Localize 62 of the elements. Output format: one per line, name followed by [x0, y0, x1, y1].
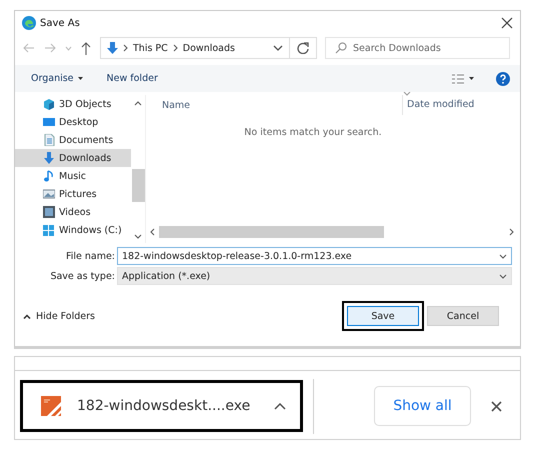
sidebar-item[interactable]: Downloads	[15, 149, 131, 167]
sidebar-item[interactable]: Documents	[15, 131, 131, 149]
scroll-right-icon[interactable]	[509, 228, 514, 236]
dropdown-caret-icon	[499, 254, 507, 258]
cancel-button[interactable]: Cancel	[427, 306, 499, 326]
scroll-down-icon[interactable]	[134, 234, 142, 239]
picture-icon	[43, 188, 55, 200]
scroll-left-icon[interactable]	[150, 228, 155, 236]
film-icon	[43, 206, 55, 218]
field-label: Save as type:	[49, 270, 115, 282]
sidebar-item[interactable]: Desktop	[15, 113, 131, 131]
view-list-icon[interactable]	[452, 74, 464, 84]
search-field[interactable]: Search Downloads	[325, 37, 510, 59]
help-icon[interactable]	[496, 72, 510, 86]
drive-icon	[43, 224, 55, 236]
download-arrow-icon	[107, 42, 118, 54]
scroll-up-icon[interactable]	[134, 101, 142, 106]
caret-up-icon[interactable]	[274, 402, 286, 410]
scrollbar-thumb[interactable]	[132, 169, 144, 202]
field-label: File name:	[64, 250, 115, 262]
hide-folders-button[interactable]: Hide Folders	[23, 310, 95, 322]
dropdown-caret-icon[interactable]	[469, 77, 474, 80]
window-title: Save As	[40, 18, 80, 28]
sidebar-item[interactable]: Windows (C:)	[15, 221, 131, 239]
scrollbar-thumb[interactable]	[159, 226, 384, 238]
organise-menu[interactable]: Organise	[31, 73, 74, 84]
breadcrumb-item[interactable]: This PC	[133, 42, 168, 54]
download-item[interactable]: 182-windowsdeskt....exe	[20, 380, 303, 432]
caret-up-icon	[23, 314, 31, 318]
refresh-icon	[297, 42, 309, 54]
music-note-icon	[43, 170, 55, 182]
save-button[interactable]: Save	[347, 306, 419, 326]
file-name: 182-windowsdeskt....exe	[77, 398, 252, 414]
sidebar-item[interactable]: Pictures	[15, 185, 131, 203]
download-arrow-icon	[43, 152, 55, 164]
cube-icon	[43, 98, 55, 110]
column-header[interactable]: Date modified	[402, 95, 474, 115]
empty-message: No items match your search.	[243, 127, 383, 140]
file-name-field[interactable]: 182-windowsdesktop-release-3.0.1.0-rm123.exe	[117, 247, 512, 265]
column-header[interactable]: Name	[146, 100, 402, 110]
sidebar-item[interactable]: 3D Objects	[15, 95, 131, 113]
address-bar[interactable]: This PC Downloads	[100, 37, 290, 59]
show-all-button[interactable]: Show all	[374, 386, 471, 426]
close-icon[interactable]	[501, 17, 513, 29]
chevron-icon	[172, 44, 178, 52]
sort-caret-icon	[403, 92, 411, 96]
file-type-dropdown[interactable]: Application (*.exe)	[117, 267, 512, 285]
breadcrumb-item[interactable]: Downloads	[182, 42, 235, 54]
new-folder-button[interactable]: New folder	[106, 73, 158, 84]
dropdown-caret-icon[interactable]	[273, 45, 283, 51]
document-icon	[43, 134, 55, 146]
dropdown-caret-icon	[499, 274, 507, 278]
chevron-icon	[123, 44, 128, 52]
dropdown-caret-icon[interactable]	[78, 77, 83, 80]
browser-logo-icon	[22, 16, 36, 30]
close-icon[interactable]	[491, 400, 502, 412]
installer-file-icon	[41, 396, 61, 416]
desktop-icon	[43, 116, 55, 128]
sidebar-item[interactable]: Music	[15, 167, 131, 185]
up-arrow-icon[interactable]	[81, 42, 91, 54]
sidebar-item[interactable]: Videos	[15, 203, 131, 221]
refresh-button[interactable]	[290, 37, 317, 59]
